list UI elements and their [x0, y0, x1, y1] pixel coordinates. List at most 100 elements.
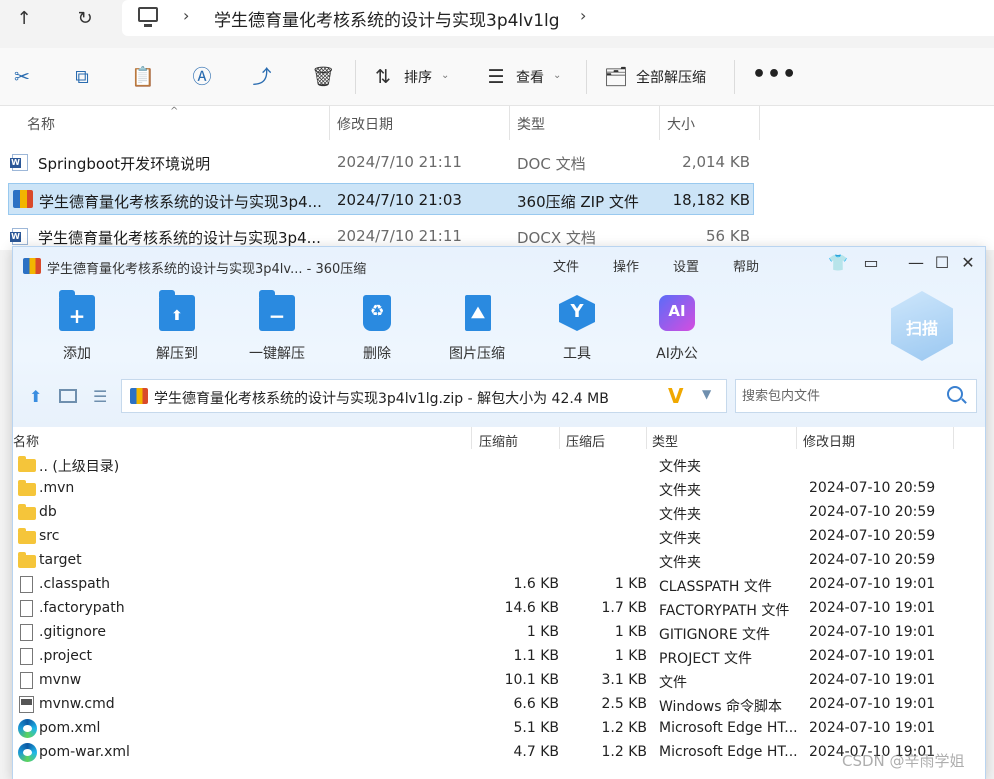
column-header-name[interactable]: 名称 [13, 431, 39, 450]
list-item[interactable]: mvnw 10.1 KB 3.1 KB 文件 2024-07-10 19:01 [13, 669, 985, 693]
file-row[interactable]: Springboot开发环境说明 2024/7/10 21:11 DOC 文档 … [8, 146, 754, 178]
list-item[interactable]: .classpath 1.6 KB 1 KB CLASSPATH 文件 2024… [13, 573, 985, 597]
file-name: 学生德育量化考核系统的设计与实现3p4... [38, 229, 321, 247]
list-item[interactable]: .. (上级目录) 文件夹 [13, 453, 985, 477]
archive-path-bar[interactable]: 学生德育量化考核系统的设计与实现3p4lv1lg.zip - 解包大小为 42.… [121, 379, 727, 413]
chevron-down-icon[interactable]: ⌄ [441, 70, 449, 81]
item-date: 2024-07-10 20:59 [809, 504, 936, 520]
close-button[interactable]: ✕ [959, 253, 977, 272]
up-arrow-icon[interactable]: ↑ [12, 8, 36, 30]
list-item[interactable]: .factorypath 14.6 KB 1.7 KB FACTORYPATH … [13, 597, 985, 621]
list-item[interactable]: src 文件夹 2024-07-10 20:59 [13, 525, 985, 549]
tools-button[interactable]: Y 工具 [537, 295, 617, 365]
extract-to-button[interactable]: ⬆ 解压到 [137, 290, 217, 365]
item-date: 2024-07-10 20:59 [809, 480, 936, 496]
file-size: 56 KB [706, 227, 750, 245]
list-item[interactable]: pom.xml 5.1 KB 1.2 KB Microsoft Edge HT.… [13, 717, 985, 741]
file-row-selected[interactable]: 学生德育量化考核系统的设计与实现3p4... 2024/7/10 21:03 3… [8, 183, 754, 215]
item-type: Windows 命令脚本 [659, 699, 782, 715]
cut-icon[interactable]: ✂ [11, 66, 33, 88]
divider [355, 60, 356, 94]
extract-all-button[interactable]: 全部解压缩 [636, 67, 706, 87]
delete-button[interactable]: ♻ 删除 [337, 295, 417, 365]
window-title: 学生德育量化考核系统的设计与实现3p4lv... - 360压缩 [47, 262, 367, 277]
list-item[interactable]: mvnw.cmd 6.6 KB 2.5 KB Windows 命令脚本 2024… [13, 693, 985, 717]
column-header-type[interactable]: 类型 [517, 114, 545, 134]
folder-icon [18, 552, 36, 568]
delete-icon[interactable]: 🗑 [311, 66, 335, 88]
column-divider[interactable] [759, 106, 760, 140]
share-icon[interactable]: ⤴ [251, 66, 273, 88]
image-compress-button[interactable]: ⛰ 图片压缩 [437, 295, 517, 365]
column-header-compressed[interactable]: 压缩后 [566, 431, 605, 450]
list-item[interactable]: pom-war.xml 4.7 KB 1.2 KB Microsoft Edge… [13, 741, 985, 765]
up-level-icon[interactable]: ⬆ [29, 387, 47, 406]
item-name: pom.xml [39, 720, 101, 736]
list-item[interactable]: .mvn 文件夹 2024-07-10 20:59 [13, 477, 985, 501]
thumbnail-view-icon[interactable] [59, 389, 77, 403]
item-compressed-size: 1 KB [614, 576, 647, 592]
more-options-button[interactable]: ••• [752, 62, 797, 87]
ai-office-button[interactable]: AI AI办公 [637, 295, 717, 365]
item-name: pom-war.xml [39, 744, 130, 760]
column-divider[interactable] [659, 106, 660, 140]
folder-icon [18, 456, 36, 472]
column-header-type[interactable]: 类型 [652, 431, 678, 450]
search-icon[interactable] [947, 386, 963, 402]
paste-icon[interactable]: 📋 [131, 66, 155, 88]
word-doc-icon [10, 154, 28, 171]
menu-file[interactable]: 文件 [553, 256, 579, 275]
file-date: 2024/7/10 21:11 [337, 227, 462, 245]
view-icon[interactable]: ☰ [485, 66, 507, 88]
sort-button[interactable]: 排序 [404, 67, 432, 87]
list-item[interactable]: target 文件夹 2024-07-10 20:59 [13, 549, 985, 573]
item-type: 文件夹 [659, 507, 701, 523]
menu-operate[interactable]: 操作 [613, 256, 639, 275]
column-divider[interactable] [796, 427, 797, 449]
column-header-date[interactable]: 修改日期 [337, 114, 393, 134]
column-divider[interactable] [953, 427, 954, 449]
extract-all-icon[interactable]: 🗂 [604, 66, 628, 88]
copy-icon[interactable]: ⧉ [71, 66, 93, 88]
rename-icon[interactable]: Ⓐ [191, 66, 213, 88]
list-view-icon[interactable]: ☰ [93, 387, 107, 406]
column-header-packed[interactable]: 压缩前 [479, 431, 518, 450]
item-date: 2024-07-10 19:01 [809, 624, 936, 640]
v-logo-icon[interactable]: V [668, 384, 683, 408]
list-item[interactable]: .gitignore 1 KB 1 KB GITIGNORE 文件 2024-0… [13, 621, 985, 645]
breadcrumb-current-folder[interactable]: 学生德育量化考核系统的设计与实现3p4lv1lg [214, 6, 560, 31]
zip-window: 学生德育量化考核系统的设计与实现3p4lv... - 360压缩 文件 操作 设… [12, 246, 986, 779]
sort-icon[interactable]: ⇅ [372, 66, 394, 88]
one-click-extract-button[interactable]: − 一键解压 [237, 290, 317, 365]
item-compressed-size: 3.1 KB [601, 672, 648, 688]
column-divider[interactable] [559, 427, 560, 449]
feedback-icon[interactable]: ▭ [862, 253, 880, 272]
menu-help[interactable]: 帮助 [733, 256, 759, 275]
column-header-size[interactable]: 大小 [667, 114, 695, 134]
file-size: 2,014 KB [682, 153, 750, 171]
minimize-button[interactable]: — [907, 253, 925, 272]
chevron-right-icon[interactable]: › [580, 6, 586, 25]
view-button[interactable]: 查看 [516, 67, 544, 87]
column-divider[interactable] [646, 427, 647, 449]
column-divider[interactable] [509, 106, 510, 140]
computer-icon[interactable] [138, 7, 158, 27]
column-divider[interactable] [471, 427, 472, 449]
scan-button[interactable]: 扫描 [891, 291, 953, 361]
column-divider[interactable] [329, 106, 330, 140]
chevron-right-icon[interactable]: › [183, 6, 189, 25]
list-item[interactable]: db 文件夹 2024-07-10 20:59 [13, 501, 985, 525]
refresh-icon[interactable]: ↻ [73, 8, 97, 30]
divider [586, 60, 587, 94]
archive-search-input[interactable] [735, 379, 977, 413]
add-button[interactable]: + 添加 [37, 290, 117, 365]
skin-icon[interactable]: 👕 [828, 253, 848, 272]
column-header-name[interactable]: 名称 [27, 114, 55, 134]
column-header-date[interactable]: 修改日期 [803, 431, 855, 450]
menu-settings[interactable]: 设置 [673, 256, 699, 275]
dropdown-arrow-icon[interactable]: ▼ [702, 387, 711, 401]
chevron-down-icon[interactable]: ⌄ [553, 70, 561, 81]
maximize-button[interactable]: ☐ [933, 253, 951, 272]
item-name: .project [39, 648, 93, 664]
list-item[interactable]: .project 1.1 KB 1 KB PROJECT 文件 2024-07-… [13, 645, 985, 669]
